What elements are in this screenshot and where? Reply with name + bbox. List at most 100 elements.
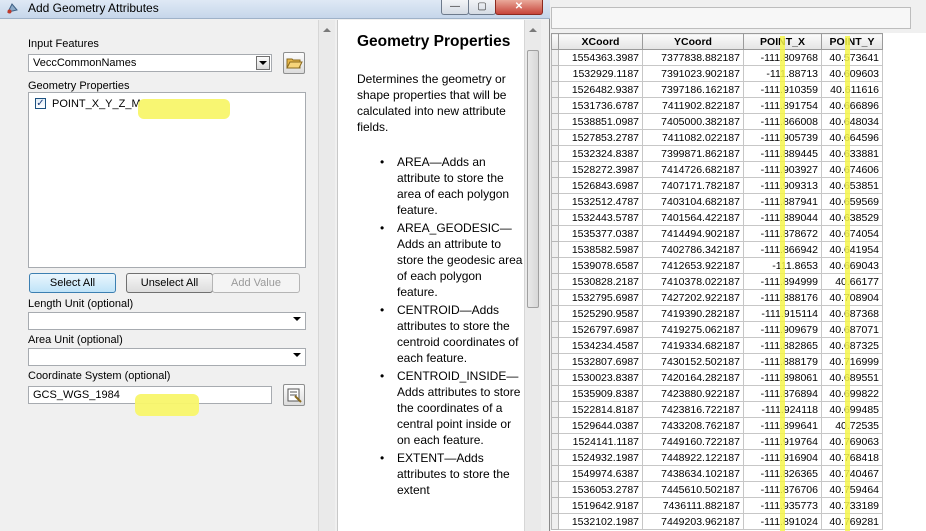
table-row[interactable]: 1535909.8387 7423880.922187 -111.876894 40.… <box>551 385 883 402</box>
cell-point-y[interactable]: 40.664596 <box>821 129 883 146</box>
cell-point-y[interactable]: 40.72535 <box>821 417 883 434</box>
cell-xcoord[interactable]: 1526482.9387 <box>558 81 643 98</box>
cell-xcoord[interactable]: 1527853.2787 <box>558 129 643 146</box>
row-selector[interactable] <box>551 49 559 66</box>
cell-xcoord[interactable]: 1526797.6987 <box>558 321 643 338</box>
add-value-button[interactable]: Add Value <box>212 273 300 293</box>
row-selector[interactable] <box>551 433 559 450</box>
table-row[interactable]: 1535377.0387 7414494.902187 -111.878672 40.… <box>551 225 883 242</box>
column-header-ycoord[interactable]: YCoord <box>642 33 744 50</box>
cell-xcoord[interactable]: 1531736.6787 <box>558 97 643 114</box>
row-selector[interactable] <box>551 97 559 114</box>
cell-point-y[interactable]: 40.638529 <box>821 209 883 226</box>
cell-xcoord[interactable]: 1530828.2187 <box>558 273 643 290</box>
cell-point-y[interactable]: 40.648034 <box>821 113 883 130</box>
cell-ycoord[interactable]: 7427202.922187 <box>642 289 744 306</box>
row-selector[interactable] <box>551 497 559 514</box>
browse-input-features-button[interactable] <box>283 52 305 74</box>
cell-point-y[interactable]: 40.609603 <box>821 65 883 82</box>
cell-point-y[interactable]: 40.699485 <box>821 401 883 418</box>
table-row[interactable]: 1532512.4787 7403104.682187 -111.887941 40.… <box>551 193 883 210</box>
row-selector[interactable] <box>551 305 559 322</box>
cell-ycoord[interactable]: 7414726.682187 <box>642 161 744 178</box>
help-scroll-thumb[interactable] <box>527 50 539 308</box>
row-selector[interactable] <box>551 257 559 274</box>
cell-ycoord[interactable]: 7407171.782187 <box>642 177 744 194</box>
cell-xcoord[interactable]: 1522814.8187 <box>558 401 643 418</box>
cell-ycoord[interactable]: 7419334.682187 <box>642 337 744 354</box>
cell-ycoord[interactable]: 7377838.882187 <box>642 49 744 66</box>
row-selector[interactable] <box>551 385 559 402</box>
chevron-down-icon[interactable] <box>293 353 301 357</box>
cell-xcoord[interactable]: 1532929.1187 <box>558 65 643 82</box>
column-header-point-y[interactable]: POINT_Y <box>821 33 883 50</box>
close-button[interactable]: ✕ <box>495 0 543 15</box>
cell-xcoord[interactable]: 1528272.3987 <box>558 161 643 178</box>
cell-point-y[interactable]: 40.611616 <box>821 81 883 98</box>
row-selector[interactable] <box>551 145 559 162</box>
row-selector[interactable] <box>551 513 559 530</box>
cell-point-y[interactable]: 40.674054 <box>821 225 883 242</box>
cell-xcoord[interactable]: 1532102.1987 <box>558 513 643 530</box>
row-selector[interactable] <box>551 449 559 466</box>
row-selector[interactable] <box>551 273 559 290</box>
cell-point-y[interactable]: 40.759464 <box>821 481 883 498</box>
cell-point-y[interactable]: 40.674606 <box>821 161 883 178</box>
row-selector[interactable] <box>551 129 559 146</box>
scroll-up-icon[interactable] <box>323 28 331 32</box>
table-row[interactable]: 1526843.6987 7407171.782187 -111.909313 40.… <box>551 177 883 194</box>
cell-xcoord[interactable]: 1525290.9587 <box>558 305 643 322</box>
length-unit-dropdown[interactable] <box>28 312 306 330</box>
cell-ycoord[interactable]: 7405000.382187 <box>642 113 744 130</box>
cell-ycoord[interactable]: 7410378.022187 <box>642 273 744 290</box>
cell-xcoord[interactable]: 1526843.6987 <box>558 177 643 194</box>
table-row[interactable]: 1539078.6587 7412653.922187 -111.8653 40.66… <box>551 257 883 274</box>
cell-ycoord[interactable]: 7420164.282187 <box>642 369 744 386</box>
title-bar[interactable]: Add Geometry Attributes — ▢ ✕ <box>0 0 550 19</box>
table-row[interactable]: 1532102.1987 7449203.962187 -111.891024 40.… <box>551 513 883 530</box>
cell-xcoord[interactable]: 1549974.6387 <box>558 465 643 482</box>
cell-xcoord[interactable]: 1532324.8387 <box>558 145 643 162</box>
minimize-button[interactable]: — <box>441 0 469 15</box>
cell-ycoord[interactable]: 7433208.762187 <box>642 417 744 434</box>
cell-ycoord[interactable]: 7449160.722187 <box>642 433 744 450</box>
cell-point-y[interactable]: 40.666896 <box>821 97 883 114</box>
coordinate-system-properties-button[interactable] <box>283 384 305 406</box>
cell-ycoord[interactable]: 7402786.342187 <box>642 241 744 258</box>
row-selector[interactable] <box>551 417 559 434</box>
table-row[interactable]: 1536053.2787 7445610.502187 -111.876706 40.… <box>551 481 883 498</box>
table-row[interactable]: 1532324.8387 7399871.862187 -111.889445 40.… <box>551 145 883 162</box>
table-row[interactable]: 1532443.5787 7401564.422187 -111.889044 40.… <box>551 209 883 226</box>
row-selector[interactable] <box>551 337 559 354</box>
cell-ycoord[interactable]: 7403104.682187 <box>642 193 744 210</box>
cell-point-y[interactable]: 40.641954 <box>821 241 883 258</box>
cell-ycoord[interactable]: 7419390.282187 <box>642 305 744 322</box>
table-row[interactable]: 1524141.1187 7449160.722187 -111.919764 40.… <box>551 433 883 450</box>
cell-xcoord[interactable]: 1530023.8387 <box>558 369 643 386</box>
cell-point-y[interactable]: 40.573641 <box>821 49 883 66</box>
row-selector[interactable] <box>551 161 559 178</box>
cell-xcoord[interactable]: 1534234.4587 <box>558 337 643 354</box>
cell-point-y[interactable]: 40.733189 <box>821 497 883 514</box>
row-selector[interactable] <box>551 481 559 498</box>
cell-point-y[interactable]: 40.716999 <box>821 353 883 370</box>
cell-xcoord[interactable]: 1554363.3987 <box>558 49 643 66</box>
cell-point-y[interactable]: 40.768418 <box>821 449 883 466</box>
cell-ycoord[interactable]: 7436111.882187 <box>642 497 744 514</box>
form-scrollbar[interactable] <box>318 20 335 531</box>
cell-xcoord[interactable]: 1524932.1987 <box>558 449 643 466</box>
cell-ycoord[interactable]: 7448922.122187 <box>642 449 744 466</box>
table-row[interactable]: 1532929.1187 7391023.902187 -111.88713 40.6… <box>551 65 883 82</box>
row-selector-header[interactable] <box>551 33 559 50</box>
cell-point-y[interactable]: 40.669043 <box>821 257 883 274</box>
row-selector[interactable] <box>551 65 559 82</box>
row-selector[interactable] <box>551 369 559 386</box>
cell-ycoord[interactable]: 7419275.062187 <box>642 321 744 338</box>
row-selector[interactable] <box>551 209 559 226</box>
cell-point-y[interactable]: 40.687071 <box>821 321 883 338</box>
point-xyzm-checkbox[interactable]: ✓ <box>35 98 46 109</box>
table-row[interactable]: 1525290.9587 7419390.282187 -111.915114 40.… <box>551 305 883 322</box>
cell-ycoord[interactable]: 7414494.902187 <box>642 225 744 242</box>
row-selector[interactable] <box>551 465 559 482</box>
select-all-button[interactable]: Select All <box>29 273 116 293</box>
